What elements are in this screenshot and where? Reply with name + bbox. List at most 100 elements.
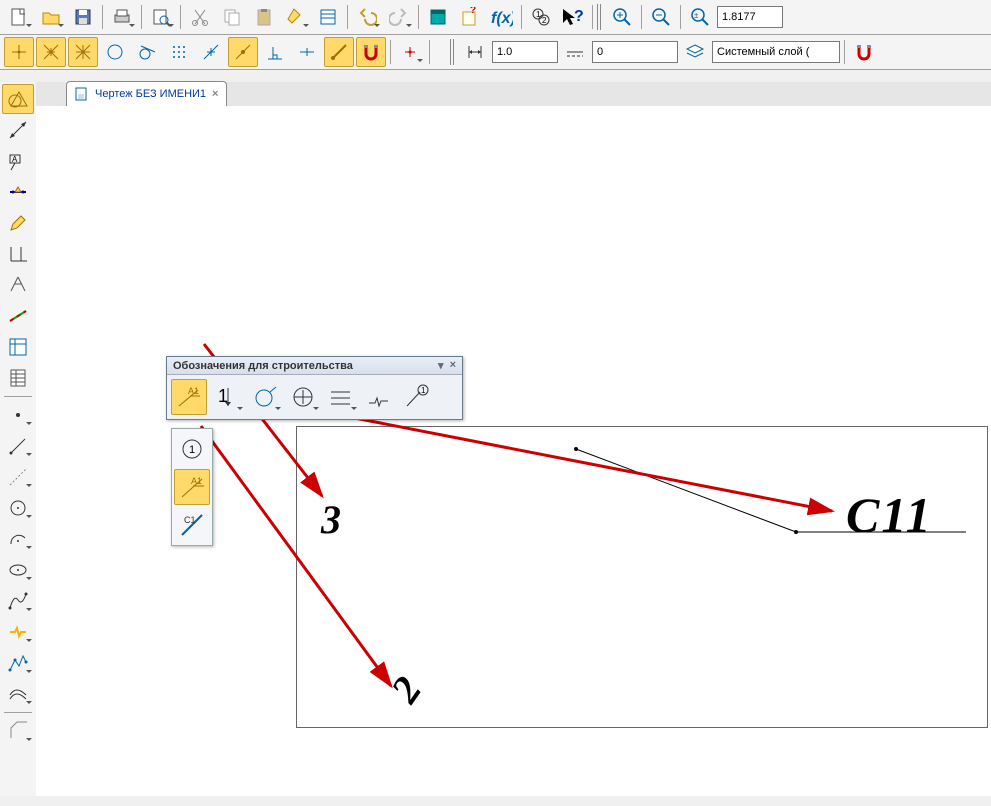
snap-point-button[interactable] (4, 37, 34, 67)
variant-axis-mark-button[interactable]: A1 (174, 469, 210, 505)
point-tool-button[interactable] (2, 400, 34, 430)
numbered-node-tool-button[interactable]: 1 (399, 379, 435, 415)
circle-tool-button[interactable] (2, 493, 34, 523)
copy-button[interactable] (217, 2, 247, 32)
geometry-tab-button[interactable] (2, 84, 34, 114)
snap-midpoint-button[interactable] (292, 37, 322, 67)
spline-tool-button[interactable] (2, 586, 34, 616)
snap-master-button[interactable] (849, 37, 879, 67)
document-tabstrip: Чертеж БЕЗ ИМЕНИ1 × (36, 82, 991, 107)
variables-button[interactable]: f(x) (487, 2, 517, 32)
polyline-tool-button[interactable] (2, 648, 34, 678)
break-mark-tool-button[interactable] (361, 379, 397, 415)
measure-tab-button[interactable] (2, 270, 34, 300)
new-file-button[interactable] (4, 2, 34, 32)
line-tool-button[interactable] (2, 431, 34, 461)
toolbar-grip[interactable] (450, 39, 456, 65)
close-icon[interactable]: × (212, 88, 218, 100)
panel-title: Обозначения для строительства (173, 360, 353, 372)
snap-grid-button[interactable] (164, 37, 194, 67)
axis-mark-tool-button[interactable]: A1 (171, 379, 207, 415)
svg-text:?: ? (574, 8, 584, 25)
panel-titlebar[interactable]: Обозначения для строительства ▾ × (167, 357, 462, 375)
zoom-input[interactable] (717, 6, 783, 28)
multiline-tool-button[interactable] (2, 679, 34, 709)
properties-button[interactable] (313, 2, 343, 32)
snap-nearest-button[interactable] (228, 37, 258, 67)
svg-text:1: 1 (421, 386, 426, 395)
chamfer-tool-button[interactable] (2, 716, 34, 746)
aux-line-tool-button[interactable] (2, 462, 34, 492)
svg-text:±: ± (694, 11, 699, 20)
arc-tool-button[interactable] (2, 524, 34, 554)
numbering-button[interactable]: 12 (526, 2, 556, 32)
ellipse-tool-button[interactable] (2, 555, 34, 585)
layers-button[interactable] (680, 37, 710, 67)
svg-text:A: A (12, 155, 18, 164)
snap-extension-button[interactable] (196, 37, 226, 67)
break-tool-button[interactable] (2, 617, 34, 647)
select-tab-button[interactable] (2, 301, 34, 331)
zoom-in-button[interactable] (607, 2, 637, 32)
edit-tab-button[interactable] (2, 208, 34, 238)
report-tab-button[interactable] (2, 363, 34, 393)
separator (418, 5, 419, 29)
save-button[interactable] (68, 2, 98, 32)
snap-circle-button[interactable] (100, 37, 130, 67)
cut-button[interactable] (185, 2, 215, 32)
linetype-button[interactable] (560, 37, 590, 67)
dimension-style-button[interactable] (460, 37, 490, 67)
main-toolbar: ? f(x) 12 ? ± (0, 0, 991, 35)
close-icon[interactable]: × (450, 359, 456, 372)
format-painter-button[interactable] (281, 2, 311, 32)
snap-tangent-button[interactable] (132, 37, 162, 67)
print-button[interactable] (107, 2, 137, 32)
undo-button[interactable] (352, 2, 382, 32)
library-button[interactable] (423, 2, 453, 32)
spec-tab-button[interactable] (2, 332, 34, 362)
text-tab-button[interactable]: A (2, 146, 34, 176)
snap-config-button[interactable] (395, 37, 425, 67)
variant-section-mark-button[interactable]: C1 (174, 507, 210, 543)
separator (141, 5, 142, 29)
toolbar-grip[interactable] (597, 4, 603, 30)
separator (592, 5, 593, 29)
redo-button[interactable] (384, 2, 414, 32)
dimensions-tab-button[interactable] (2, 115, 34, 145)
document-tab[interactable]: Чертеж БЕЗ ИМЕНИ1 × (66, 81, 227, 106)
separator (180, 5, 181, 29)
zoom-scale-button[interactable]: ± (685, 2, 715, 32)
node-mark-tool-button[interactable] (247, 379, 283, 415)
help-library-button[interactable]: ? (455, 2, 485, 32)
cursor-help-button[interactable]: ? (558, 2, 588, 32)
snap-intersection-button[interactable] (36, 37, 66, 67)
designation-tab-button[interactable] (2, 177, 34, 207)
snap-magnet-button[interactable] (356, 37, 386, 67)
open-file-button[interactable] (36, 2, 66, 32)
separator (641, 5, 642, 29)
facade-tool-button[interactable] (323, 379, 359, 415)
preview-button[interactable] (146, 2, 176, 32)
paste-button[interactable] (249, 2, 279, 32)
svg-text:A1: A1 (191, 476, 202, 486)
separator (844, 40, 845, 64)
svg-text:1: 1 (536, 10, 541, 19)
lineoffset-input[interactable] (592, 41, 678, 63)
layer-select[interactable] (712, 41, 840, 63)
separator (102, 5, 103, 29)
zoom-out-button[interactable] (646, 2, 676, 32)
minimize-icon[interactable]: ▾ (438, 359, 444, 372)
parametric-tab-button[interactable] (2, 239, 34, 269)
variant-circle-button[interactable]: 1 (174, 431, 210, 467)
separator (4, 396, 32, 397)
snap-perpendicular-button[interactable] (260, 37, 290, 67)
snap-crossing-button[interactable] (68, 37, 98, 67)
section-mark-tool-button[interactable] (285, 379, 321, 415)
linewidth-input[interactable] (492, 41, 558, 63)
document-tab-title: Чертеж БЕЗ ИМЕНИ1 (95, 88, 206, 100)
axis-mark-label: С11 (846, 486, 933, 544)
level-mark-tool-button[interactable]: 1 (209, 379, 245, 415)
drawing-canvas[interactable]: С11 3 2 Обозначения для строительства ▾×… (36, 106, 991, 796)
svg-text:f(x): f(x) (491, 10, 513, 27)
snap-endpoint-button[interactable] (324, 37, 354, 67)
